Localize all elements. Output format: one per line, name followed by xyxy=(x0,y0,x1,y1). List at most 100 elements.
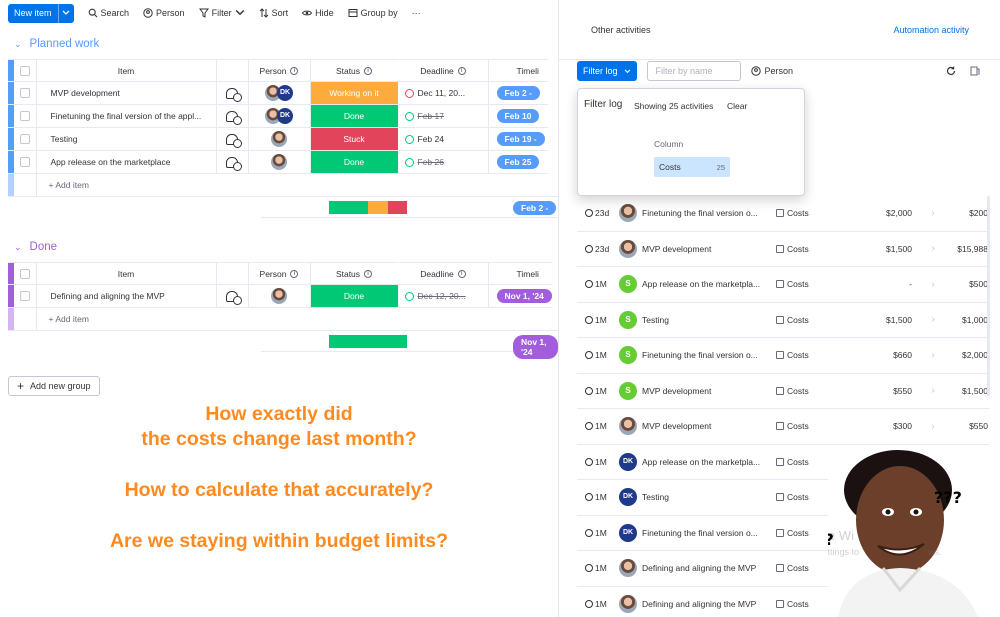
column-header-item[interactable]: Item xyxy=(36,262,217,285)
filter-by-name-input[interactable] xyxy=(646,61,741,81)
column-header-status[interactable]: Status i xyxy=(310,262,399,285)
column-header-item[interactable]: Item xyxy=(36,59,217,82)
person-cell[interactable]: DK xyxy=(248,81,311,105)
status-label[interactable]: Done xyxy=(310,150,399,174)
timeline-cell[interactable]: Nov 1, '24 xyxy=(488,284,552,308)
select-all-checkbox[interactable] xyxy=(14,59,37,82)
hide-button[interactable]: Hide xyxy=(302,8,334,18)
chevron-down-icon[interactable] xyxy=(57,3,74,23)
avatar[interactable] xyxy=(271,131,287,147)
activity-row[interactable]: 1M S Testing Costs $1,500 › $1,000 xyxy=(577,303,989,338)
item-name[interactable]: Testing xyxy=(36,127,217,151)
deadline-cell[interactable]: Feb 24 xyxy=(398,127,489,151)
table-row[interactable]: MVP development DK Working on it Dec 11, 20… xyxy=(8,81,548,105)
deadline-cell[interactable]: Feb 17 xyxy=(398,104,489,128)
item-name[interactable]: Finetuning the final version of the appl… xyxy=(36,104,217,128)
chevron-down-icon[interactable]: ⌄ xyxy=(14,39,22,50)
row-checkbox[interactable] xyxy=(14,284,37,308)
add-update-button[interactable] xyxy=(216,104,249,128)
status-label[interactable]: Working on it xyxy=(310,81,399,105)
activity-row[interactable]: 1M S App release on the marketpla... Costs -… xyxy=(577,267,989,303)
group-title[interactable]: Done xyxy=(30,241,58,253)
item-name[interactable]: MVP development xyxy=(36,81,217,105)
chevron-down-icon[interactable]: ⌄ xyxy=(14,242,22,253)
info-icon[interactable]: i xyxy=(364,67,373,76)
activity-row[interactable]: 1M MVP development Costs $300 › $550 xyxy=(577,409,989,445)
column-header-deadline[interactable]: Deadline i xyxy=(398,59,489,82)
person-filter-button[interactable]: Person xyxy=(750,66,793,76)
group-by-button[interactable]: Group by xyxy=(348,8,398,18)
more-options-button[interactable]: ··· xyxy=(412,8,421,18)
add-new-group-button[interactable]: + Add new group xyxy=(8,376,100,396)
filter-button[interactable]: Filter xyxy=(198,8,245,18)
column-header-person[interactable]: Person i xyxy=(248,262,311,285)
column-chip-costs[interactable]: Costs 25 xyxy=(654,157,730,177)
add-item-button[interactable]: + Add item xyxy=(36,307,552,331)
column-header-status[interactable]: Status i xyxy=(310,59,399,82)
add-update-button[interactable] xyxy=(216,284,249,308)
info-icon[interactable]: i xyxy=(290,67,299,76)
status-summary-bar[interactable] xyxy=(329,201,407,214)
row-checkbox[interactable] xyxy=(14,104,37,128)
group-header-planned-work[interactable]: ⌄ Planned work xyxy=(14,38,99,50)
add-update-button[interactable] xyxy=(216,81,249,105)
group-header-done[interactable]: ⌄ Done xyxy=(14,241,57,253)
sort-button[interactable]: Sort xyxy=(259,8,288,18)
export-icon[interactable] xyxy=(970,66,980,76)
table-row[interactable]: Defining and aligning the MVP Done Dec 12,… xyxy=(8,284,552,308)
select-all-checkbox[interactable] xyxy=(14,262,37,285)
add-item-row[interactable]: + Add item xyxy=(8,173,548,197)
person-cell[interactable] xyxy=(248,127,311,151)
search-button[interactable]: Search xyxy=(88,8,129,18)
info-icon[interactable]: i xyxy=(457,270,466,279)
column-header-person[interactable]: Person i xyxy=(248,59,311,82)
status-summary-bar[interactable] xyxy=(329,335,407,348)
avatar-initials[interactable]: DK xyxy=(277,85,293,101)
person-filter-button[interactable]: Person xyxy=(143,8,185,18)
tab-other-activities[interactable]: Other activities xyxy=(591,25,651,35)
table-row[interactable]: App release on the marketplace Done Feb 26… xyxy=(8,150,548,174)
add-update-button[interactable] xyxy=(216,127,249,151)
status-label[interactable]: Done xyxy=(310,104,399,128)
activity-row[interactable]: 1M S Finetuning the final version o... Cost… xyxy=(577,338,989,374)
activity-row[interactable]: 1M S MVP development Costs $550 › $1,500 xyxy=(577,374,989,409)
group-title[interactable]: Planned work xyxy=(30,38,100,50)
timeline-cell[interactable]: Feb 19 - xyxy=(488,127,548,151)
activity-row[interactable]: 23d Finetuning the final version o... Cost… xyxy=(577,196,989,232)
status-label[interactable]: Done xyxy=(310,284,399,308)
info-icon[interactable]: i xyxy=(290,270,299,279)
item-name[interactable]: Defining and aligning the MVP xyxy=(36,284,217,308)
clear-filter-button[interactable]: Clear xyxy=(727,101,747,111)
avatar-initials[interactable]: DK xyxy=(277,108,293,124)
activity-row[interactable]: 23d MVP development Costs $1,500 › $15,988 xyxy=(577,232,989,267)
item-name[interactable]: App release on the marketplace xyxy=(36,150,217,174)
scrollbar[interactable] xyxy=(987,196,990,396)
person-cell[interactable] xyxy=(248,150,311,174)
deadline-cell[interactable]: Dec 11, 20... xyxy=(398,81,489,105)
row-checkbox[interactable] xyxy=(14,81,37,105)
info-icon[interactable]: i xyxy=(457,67,466,76)
filter-log-button[interactable]: Filter log xyxy=(577,61,637,81)
status-label[interactable]: Stuck xyxy=(310,127,399,151)
person-cell[interactable] xyxy=(248,284,311,308)
deadline-cell[interactable]: Dec 12, 20... xyxy=(398,284,489,308)
row-checkbox[interactable] xyxy=(14,127,37,151)
new-item-button[interactable]: New item xyxy=(8,3,74,23)
column-header-timeline[interactable]: Timeli xyxy=(488,59,548,82)
person-cell[interactable]: DK xyxy=(248,104,311,128)
deadline-cell[interactable]: Feb 26 xyxy=(398,150,489,174)
column-header-deadline[interactable]: Deadline i xyxy=(398,262,489,285)
avatar[interactable] xyxy=(271,288,287,304)
timeline-cell[interactable]: Feb 2 - xyxy=(488,81,548,105)
timeline-cell[interactable]: Feb 25 xyxy=(488,150,548,174)
avatar[interactable] xyxy=(271,154,287,170)
info-icon[interactable]: i xyxy=(364,270,373,279)
timeline-cell[interactable]: Feb 10 xyxy=(488,104,548,128)
refresh-icon[interactable] xyxy=(946,66,956,76)
row-checkbox[interactable] xyxy=(14,150,37,174)
add-item-button[interactable]: + Add item xyxy=(36,173,548,197)
add-item-row[interactable]: + Add item xyxy=(8,307,552,331)
tab-automation-activity[interactable]: Automation activity xyxy=(893,25,969,35)
table-row[interactable]: Finetuning the final version of the appl… xyxy=(8,104,548,128)
table-row[interactable]: Testing Stuck Feb 24 Feb 19 - xyxy=(8,127,548,151)
